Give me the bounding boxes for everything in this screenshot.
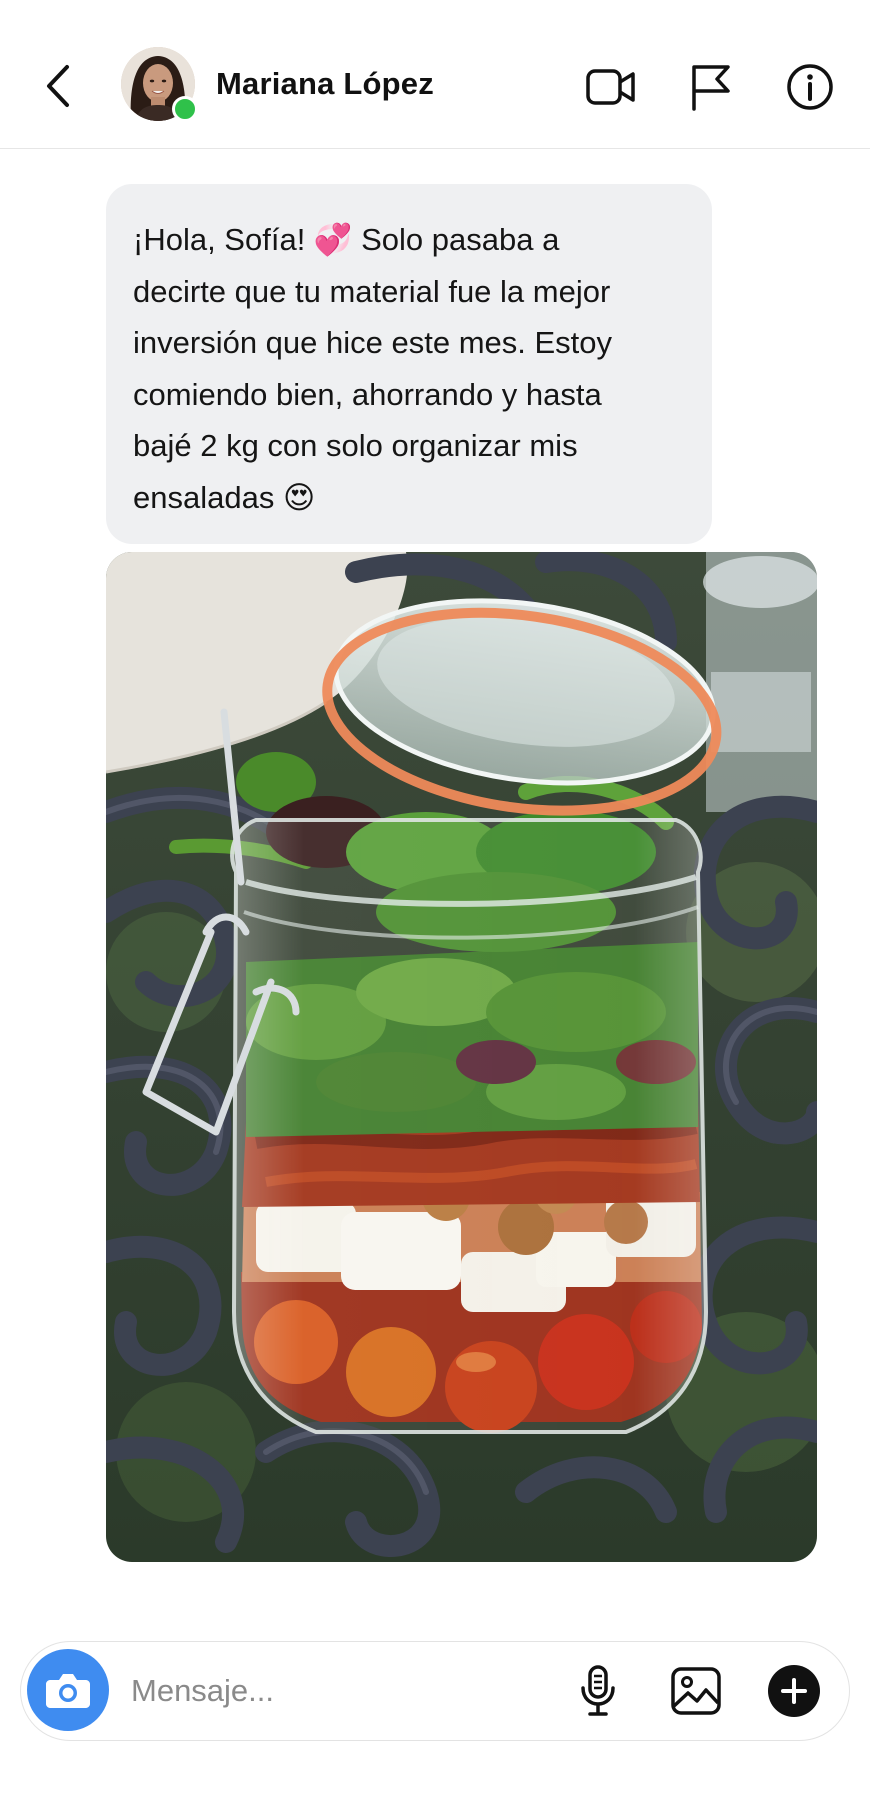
message-line: ensaladas 😍 [133, 479, 316, 515]
salad-jar-photo[interactable] [106, 552, 817, 1562]
gallery-button[interactable] [667, 1662, 725, 1720]
info-button[interactable] [781, 58, 839, 116]
gallery-icon [671, 1667, 721, 1715]
camera-icon [46, 1674, 90, 1708]
message-bubble[interactable]: ¡Hola, Sofía! 💞 Solo pasaba a decirte qu… [106, 184, 712, 544]
voice-message-button[interactable] [569, 1662, 627, 1720]
video-call-icon [586, 69, 635, 105]
message-line: ¡Hola, Sofía! 💞 Solo pasaba a [133, 222, 560, 257]
message-composer [20, 1641, 850, 1741]
flag-icon [692, 65, 730, 111]
report-button[interactable] [682, 58, 740, 116]
microphone-icon [581, 1665, 615, 1716]
back-button[interactable] [36, 58, 80, 114]
message-line: comiendo bien, ahorrando y hasta [133, 376, 602, 412]
chat-header: Mariana López [0, 0, 870, 149]
chevron-left-icon [47, 65, 69, 107]
video-call-button[interactable] [582, 58, 640, 116]
info-icon [787, 64, 833, 110]
message-line: decirte que tu material fue la mejor [133, 273, 611, 309]
more-options-button[interactable] [765, 1662, 823, 1720]
message-input[interactable] [131, 1666, 571, 1716]
contact-avatar[interactable] [121, 47, 198, 122]
message-line: inversión que hice este mes. Estoy [133, 325, 613, 360]
photo-illustration [106, 552, 817, 1562]
contact-name[interactable]: Mariana López [216, 66, 434, 102]
camera-button[interactable] [27, 1649, 109, 1731]
plus-icon [768, 1665, 820, 1717]
message-line: bajé 2 kg con solo organizar mis [133, 428, 578, 463]
online-status-dot [172, 96, 198, 122]
